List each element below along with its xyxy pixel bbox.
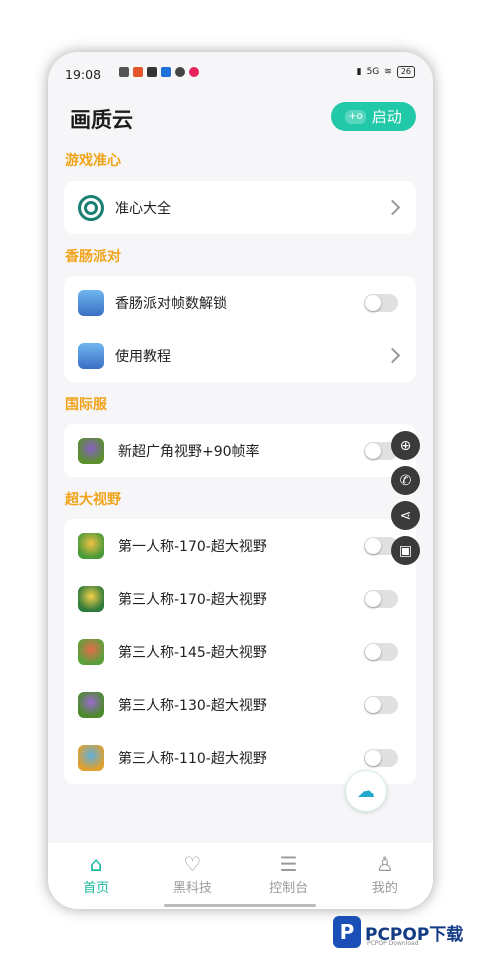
page-title: 画质云 [70, 108, 133, 132]
section-card: 新超广角视野+90帧率 [64, 424, 416, 477]
bottom-tab-bar: ⌂ 首页 ♡ 黑科技 ☰ 控制台 ♙ 我的 [48, 843, 433, 909]
status-right: ▮ 5G ≋ 26 [357, 66, 415, 78]
tab-console[interactable]: ☰ 控制台 [241, 843, 337, 909]
pcpop-logo-icon: P [333, 916, 361, 948]
section-title: 国际服 [65, 397, 107, 413]
section-title: 游戏准心 [65, 153, 121, 169]
game-icon [78, 744, 104, 771]
watermark-sub: PCPOP Download [367, 940, 419, 947]
section-card: 第一人称-170-超大视野 第三人称-170-超大视野 第三人称-145-超大视… [64, 519, 416, 784]
watermark: P PCPOP下载 PCPOP Download [333, 916, 463, 948]
toggle-switch[interactable] [364, 589, 398, 608]
search-app-icon [119, 67, 129, 77]
game-icon [78, 585, 104, 612]
list-item: 香肠派对帧数解锁 [64, 276, 416, 329]
list-item-label: 香肠派对帧数解锁 [115, 295, 227, 312]
store-icon[interactable]: ▣ [391, 536, 420, 565]
cloud-icon[interactable]: ☁ [345, 770, 387, 812]
heart-icon: ♡ [183, 852, 202, 876]
game-icon [78, 289, 104, 316]
game-icon [78, 342, 104, 369]
list-item: 第三人称-145-超大视野 [64, 625, 416, 678]
list-item-label: 第三人称-130-超大视野 [118, 697, 267, 714]
battery-icon: 26 [396, 66, 415, 78]
toggle-switch[interactable] [364, 293, 398, 312]
list-item-label: 第三人称-110-超大视野 [118, 750, 267, 767]
network-label: 5G [366, 67, 380, 77]
home-indicator [164, 904, 316, 907]
game-icon [78, 638, 104, 665]
section-title: 香肠派对 [65, 249, 121, 265]
list-item-label: 新超广角视野+90帧率 [118, 443, 260, 460]
vibrate-icon: ▮ [356, 67, 362, 77]
list-item: 第三人称-170-超大视野 [64, 572, 416, 625]
game-icon [78, 437, 104, 464]
toggle-switch[interactable] [364, 748, 398, 767]
app-icon [175, 67, 185, 77]
list-item-label: 第一人称-170-超大视野 [118, 538, 267, 555]
tab-black-tech[interactable]: ♡ 黑科技 [144, 843, 240, 909]
app-icon [133, 67, 143, 77]
toggle-switch[interactable] [364, 695, 398, 714]
list-item: 第一人称-170-超大视野 [64, 519, 416, 572]
tab-label: 首页 [83, 881, 110, 896]
list-item: 新超广角视野+90帧率 [64, 424, 416, 477]
chevron-right-icon [384, 199, 401, 216]
list-item-label: 使用教程 [115, 348, 171, 365]
shield-plus-icon[interactable]: ⊕ [391, 431, 420, 460]
toggle-switch[interactable] [364, 642, 398, 661]
status-time: 19:08 [65, 67, 102, 82]
tab-mine[interactable]: ♙ 我的 [337, 843, 433, 909]
list-item: 第三人称-130-超大视野 [64, 678, 416, 731]
home-icon: ⌂ [89, 852, 103, 876]
gamepad-icon: +o [345, 109, 366, 124]
crosshair-icon [78, 194, 104, 221]
game-icon [78, 532, 104, 559]
start-button-label: 启动 [371, 108, 402, 126]
app-icon [161, 67, 171, 77]
tab-home[interactable]: ⌂ 首页 [48, 843, 144, 909]
app-icon [147, 67, 157, 77]
phone-frame: 19:08 ▮ 5G ≋ 26 画质云 +o 启动 游戏准心 准心大全 香肠派对 [48, 52, 433, 909]
status-bar: 19:08 ▮ 5G ≋ 26 [48, 52, 433, 96]
phone-icon[interactable]: ✆ [391, 466, 420, 495]
tab-label: 控制台 [269, 881, 309, 896]
tab-label: 我的 [371, 881, 398, 896]
user-icon: ♙ [375, 852, 394, 876]
list-item-label: 第三人称-170-超大视野 [118, 591, 267, 608]
wifi-icon: ≋ [384, 67, 392, 77]
share-icon[interactable]: ⋖ [391, 501, 420, 530]
list-item[interactable]: 准心大全 [64, 181, 416, 234]
tab-label: 黑科技 [172, 881, 212, 896]
section-title: 超大视野 [65, 492, 121, 508]
app-icon [189, 67, 199, 77]
section-card: 香肠派对帧数解锁 使用教程 [64, 276, 416, 382]
notification-icons [119, 67, 199, 77]
game-icon [78, 691, 104, 718]
chevron-right-icon [384, 347, 401, 364]
section-card: 准心大全 [64, 181, 416, 234]
start-button[interactable]: +o 启动 [331, 102, 416, 131]
list-item-label: 准心大全 [115, 200, 171, 217]
list-item-label: 第三人称-145-超大视野 [118, 644, 267, 661]
floating-toolbar: ⊕ ✆ ⋖ ▣ [391, 431, 420, 565]
list-item[interactable]: 使用教程 [64, 329, 416, 382]
document-icon: ☰ [279, 852, 298, 876]
